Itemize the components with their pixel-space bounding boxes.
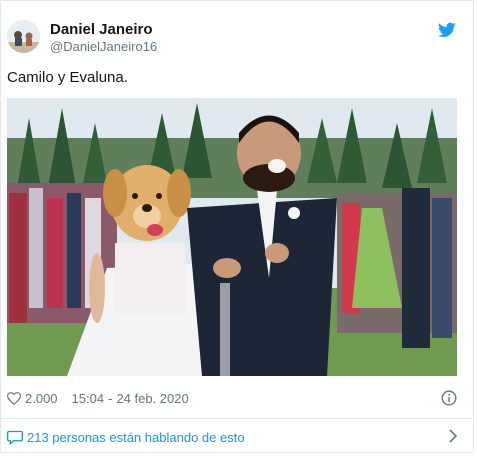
tweet-meta: 2.000 15:04 - 24 feb. 2020	[7, 389, 189, 407]
conversation-text: 213 personas están hablando de esto	[27, 429, 245, 445]
user-handle[interactable]: @DanielJaneiro16	[50, 39, 157, 54]
tweet-text: Camilo y Evaluna.	[7, 69, 128, 86]
wedding-photo	[7, 98, 457, 376]
twitter-bird-icon[interactable]	[438, 22, 456, 38]
time-date-separator: -	[108, 390, 113, 406]
tweet-photo[interactable]	[7, 98, 457, 376]
avatar[interactable]	[7, 20, 40, 53]
divider	[1, 418, 473, 419]
chevron-right-icon[interactable]	[448, 429, 458, 443]
speech-bubble-icon	[7, 430, 23, 445]
tweet-date[interactable]: 24 feb. 2020	[116, 391, 188, 406]
info-icon[interactable]	[441, 390, 457, 406]
conversation-link[interactable]: 213 personas están hablando de esto	[7, 427, 462, 447]
tweet-card: Daniel Janeiro @DanielJaneiro16 Camilo y…	[0, 0, 474, 453]
heart-icon[interactable]	[7, 391, 21, 405]
user-display-name[interactable]: Daniel Janeiro	[50, 21, 153, 38]
like-count[interactable]: 2.000	[25, 391, 58, 406]
tweet-time[interactable]: 15:04	[72, 391, 105, 406]
